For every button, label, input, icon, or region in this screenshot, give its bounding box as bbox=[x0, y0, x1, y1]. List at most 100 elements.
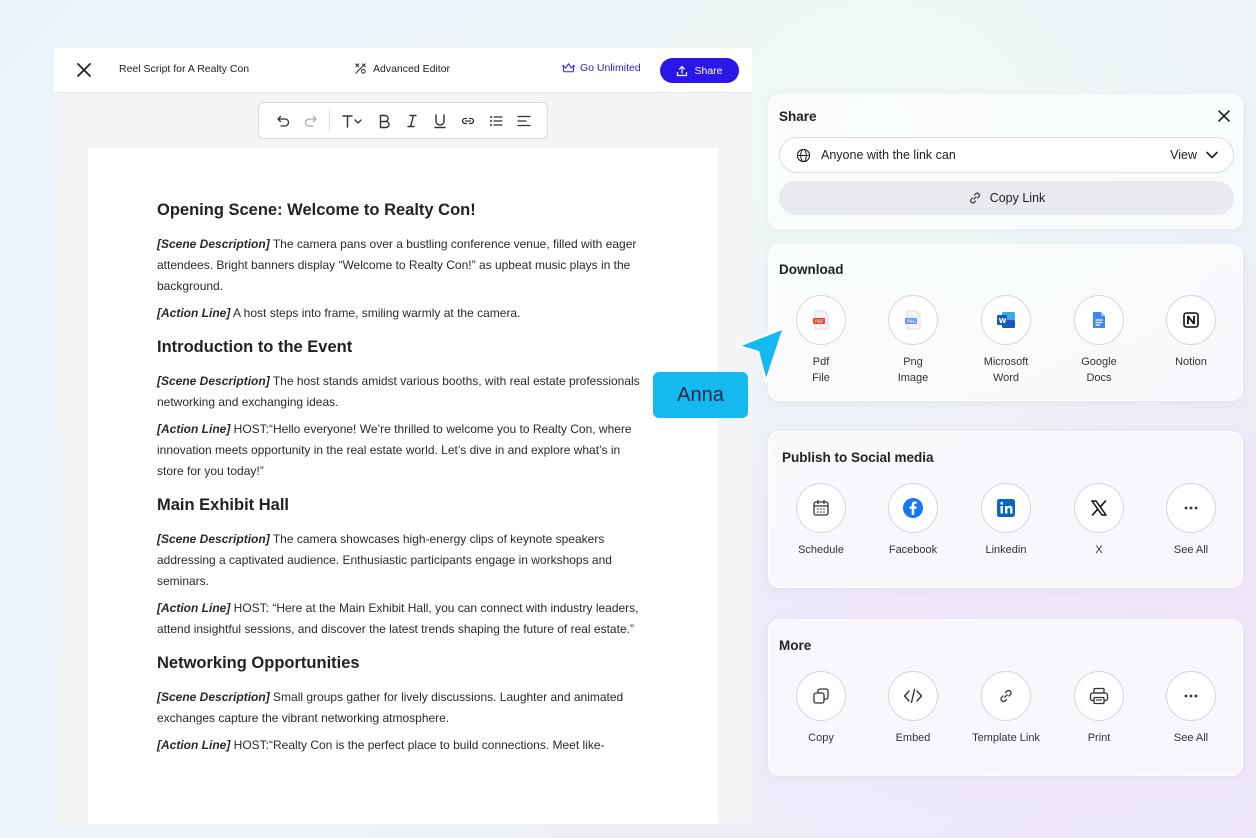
x-option[interactable]: X bbox=[1054, 483, 1144, 558]
more-dots-icon bbox=[1166, 671, 1216, 721]
chevron-down-icon bbox=[1206, 151, 1218, 159]
social-option-label: Linkedin bbox=[985, 544, 1027, 556]
option-label-line2: Word bbox=[992, 372, 1020, 384]
redo-button[interactable] bbox=[297, 107, 325, 135]
social-panel-title: Publish to Social media bbox=[782, 450, 934, 465]
paragraph: [Action Line] HOST: “Here at the Main Ex… bbox=[157, 598, 647, 640]
option-label-line2: Image bbox=[897, 372, 929, 384]
go-unlimited-label: Go Unlimited bbox=[580, 62, 641, 74]
more-option-label: Embed bbox=[895, 732, 931, 744]
text-style-dropdown[interactable] bbox=[334, 107, 370, 135]
download-panel: Download PDF Pdf File PNG Png Image W Micr… bbox=[768, 244, 1243, 401]
toolbar-divider bbox=[329, 109, 330, 132]
scene-tag: [Scene Description] bbox=[157, 237, 270, 251]
copy-link-button[interactable]: Copy Link bbox=[779, 181, 1234, 215]
advanced-editor-button[interactable]: Advanced Editor bbox=[354, 62, 450, 75]
more-panel-title: More bbox=[779, 638, 812, 653]
close-icon[interactable] bbox=[74, 60, 94, 80]
formatting-toolbar bbox=[258, 102, 548, 139]
download-option-label: Notion bbox=[1146, 354, 1236, 370]
option-label-line1: Png bbox=[903, 356, 923, 368]
download-google-docs-option[interactable]: Google Docs bbox=[1054, 295, 1144, 386]
go-unlimited-button[interactable]: Go Unlimited bbox=[562, 62, 641, 74]
editor-topbar: Reel Script for A Realty Con Advanced Ed… bbox=[54, 48, 752, 93]
facebook-icon bbox=[888, 483, 938, 533]
magic-tools-icon bbox=[355, 63, 366, 74]
bold-button[interactable] bbox=[370, 107, 398, 135]
google-docs-icon bbox=[1074, 295, 1124, 345]
download-option-label: Microsoft Word bbox=[961, 354, 1051, 386]
social-option-label: Schedule bbox=[798, 544, 844, 556]
action-tag: [Action Line] bbox=[157, 601, 231, 615]
action-tag: [Action Line] bbox=[157, 306, 231, 320]
more-option-label: Template Link bbox=[972, 732, 1040, 744]
document-editor: Reel Script for A Realty Con Advanced Ed… bbox=[54, 48, 752, 824]
paragraph: [Action Line] HOST:“Hello everyone! We’r… bbox=[157, 419, 647, 482]
italic-button[interactable] bbox=[398, 107, 426, 135]
linkedin-option[interactable]: Linkedin bbox=[961, 483, 1051, 558]
close-icon[interactable] bbox=[1216, 108, 1232, 124]
share-button-label: Share bbox=[694, 64, 723, 77]
option-label-line1: Microsoft bbox=[983, 356, 1029, 368]
x-logo-icon bbox=[1074, 483, 1124, 533]
option-label-line1: Pdf bbox=[812, 356, 830, 368]
option-label-line1: Notion bbox=[1175, 356, 1207, 368]
download-word-option[interactable]: W Microsoft Word bbox=[961, 295, 1051, 386]
section-heading: Main Exhibit Hall bbox=[157, 496, 290, 514]
bullet-list-button[interactable] bbox=[482, 107, 510, 135]
printer-icon bbox=[1074, 671, 1124, 721]
microsoft-word-icon: W bbox=[981, 295, 1031, 345]
svg-text:PDF: PDF bbox=[815, 319, 824, 325]
copy-option[interactable]: Copy bbox=[776, 671, 866, 746]
paragraph-text: HOST: “Here at the Main Exhibit Hall, yo… bbox=[157, 601, 639, 636]
download-option-label: Pdf File bbox=[776, 354, 866, 386]
access-label: Anyone with the link can bbox=[821, 148, 956, 162]
more-dots-icon bbox=[1166, 483, 1216, 533]
access-value: View bbox=[1170, 148, 1197, 162]
download-pdf-option[interactable]: PDF Pdf File bbox=[776, 295, 866, 386]
facebook-option[interactable]: Facebook bbox=[868, 483, 958, 558]
embed-option[interactable]: Embed bbox=[868, 671, 958, 746]
download-notion-option[interactable]: Notion bbox=[1146, 295, 1236, 370]
download-option-label: Google Docs bbox=[1054, 354, 1144, 386]
scene-tag: [Scene Description] bbox=[157, 374, 270, 388]
action-tag: [Action Line] bbox=[157, 422, 231, 436]
linkedin-icon bbox=[981, 483, 1031, 533]
paragraph: [Scene Description] The host stands amid… bbox=[157, 371, 647, 413]
social-see-all-option[interactable]: See All bbox=[1146, 483, 1236, 558]
undo-button[interactable] bbox=[269, 107, 297, 135]
schedule-option[interactable]: Schedule bbox=[776, 483, 866, 558]
template-link-option[interactable]: Template Link bbox=[961, 671, 1051, 746]
more-option-label: Copy bbox=[808, 732, 834, 744]
share-panel-title: Share bbox=[779, 109, 817, 124]
section-heading: Introduction to the Event bbox=[157, 338, 353, 356]
print-option[interactable]: Print bbox=[1054, 671, 1144, 746]
copy-link-label: Copy Link bbox=[989, 191, 1046, 205]
calendar-icon bbox=[796, 483, 846, 533]
link-icon bbox=[969, 192, 980, 204]
italic-icon bbox=[407, 114, 417, 127]
pdf-file-icon: PDF bbox=[796, 295, 846, 345]
scene-tag: [Scene Description] bbox=[157, 532, 270, 546]
document-page[interactable]: Opening Scene: Welcome to Realty Con! [S… bbox=[88, 148, 718, 824]
bullet-list-icon bbox=[490, 115, 503, 126]
section-heading: Networking Opportunities bbox=[157, 654, 360, 672]
underline-button[interactable] bbox=[426, 107, 454, 135]
paragraph-text: HOST:“Realty Con is the perfect place to… bbox=[230, 738, 605, 752]
notion-icon bbox=[1166, 295, 1216, 345]
paragraph: [Action Line] HOST:“Realty Con is the pe… bbox=[157, 735, 647, 756]
social-panel: Publish to Social media Schedule Faceboo… bbox=[768, 431, 1243, 588]
link-button[interactable] bbox=[454, 107, 482, 135]
download-png-option[interactable]: PNG Png Image bbox=[868, 295, 958, 386]
link-access-dropdown[interactable]: Anyone with the link can View bbox=[779, 137, 1234, 173]
paragraph: [Scene Description] The camera pans over… bbox=[157, 234, 647, 297]
png-image-icon: PNG bbox=[888, 295, 938, 345]
align-button[interactable] bbox=[510, 107, 538, 135]
share-button[interactable]: Share bbox=[660, 58, 739, 83]
undo-icon bbox=[277, 115, 290, 127]
collaborator-name-tag: Anna bbox=[653, 372, 748, 418]
code-icon bbox=[888, 671, 938, 721]
more-see-all-option[interactable]: See All bbox=[1146, 671, 1236, 746]
social-option-label: X bbox=[1095, 544, 1103, 556]
download-option-label: Png Image bbox=[868, 354, 958, 386]
